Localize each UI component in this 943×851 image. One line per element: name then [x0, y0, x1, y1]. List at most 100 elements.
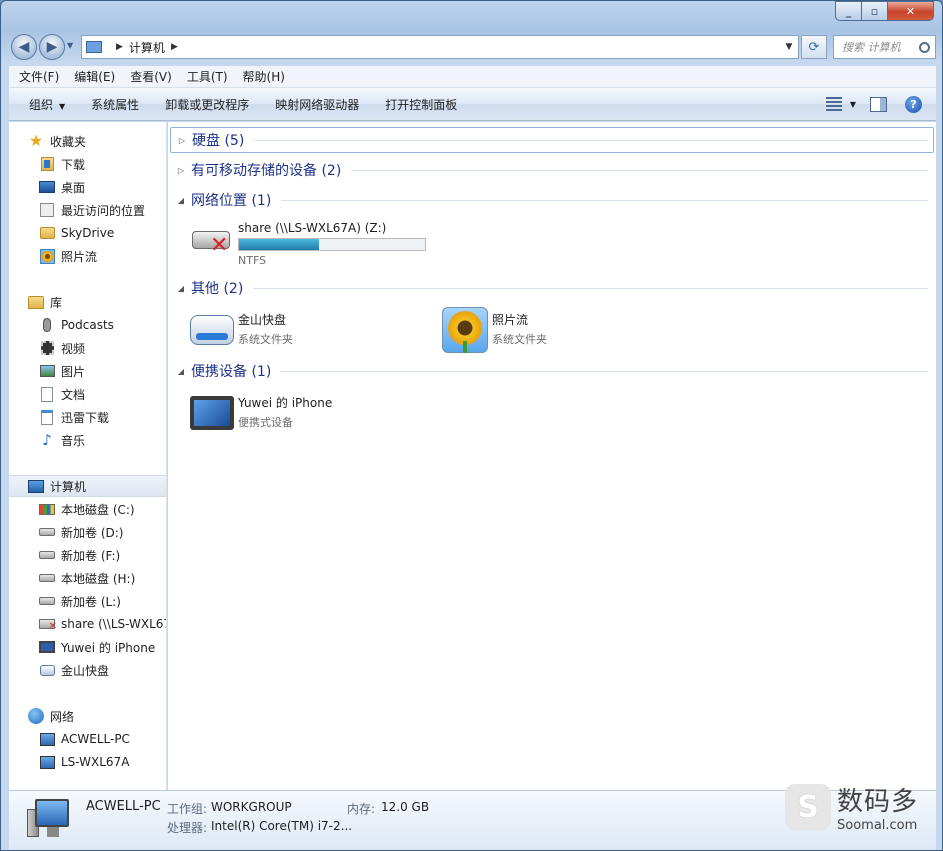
- map-network-drive-button[interactable]: 映射网络驱动器: [271, 96, 363, 113]
- group-network-locations[interactable]: ◢ 网络位置 (1): [170, 187, 934, 213]
- item-name: share (\\LS-WXL67A) (Z:): [238, 221, 387, 235]
- nav-item-videos[interactable]: 视频: [9, 337, 166, 359]
- collapse-arrow-icon[interactable]: ◢: [174, 284, 188, 293]
- expand-arrow-icon[interactable]: ▷: [175, 136, 189, 145]
- uninstall-program-button[interactable]: 卸载或更改程序: [161, 96, 253, 113]
- disconnected-network-drive-icon: [39, 616, 57, 632]
- group-hard-disks[interactable]: ▷ 硬盘 (5): [170, 127, 934, 153]
- disconnected-network-drive-icon: ✕: [186, 215, 236, 263]
- nav-item-photostream[interactable]: 照片流: [9, 245, 166, 267]
- group-other[interactable]: ◢ 其他 (2): [170, 275, 934, 301]
- nav-item-drive-c[interactable]: 本地磁盘 (C:): [9, 498, 166, 520]
- nav-item-jinshan[interactable]: 金山快盘: [9, 659, 166, 681]
- nav-item-recent[interactable]: 最近访问的位置: [9, 199, 166, 221]
- search-input[interactable]: 搜索 计算机: [833, 35, 936, 59]
- microphone-icon: [39, 317, 55, 333]
- menu-help[interactable]: 帮助(H): [238, 68, 290, 85]
- nav-item-share[interactable]: share (\\LS-WXL67: [9, 613, 166, 635]
- close-button[interactable]: ✕: [888, 1, 934, 21]
- nav-libraries[interactable]: 库: [9, 291, 166, 313]
- nav-label: LS-WXL67A: [61, 755, 130, 769]
- drive-usage-bar: [238, 238, 426, 251]
- nav-item-skydrive[interactable]: SkyDrive: [9, 222, 166, 244]
- nav-item-ls-wxl67a[interactable]: LS-WXL67A: [9, 751, 166, 773]
- memory-label: 内存:: [347, 802, 376, 816]
- breadcrumb-separator-icon[interactable]: ▶: [116, 42, 123, 52]
- nav-item-drive-h[interactable]: 本地磁盘 (H:): [9, 567, 166, 589]
- nav-item-desktop[interactable]: 桌面: [9, 176, 166, 198]
- help-icon[interactable]: ?: [905, 95, 922, 113]
- explorer-window: _ ▫ ✕ ◀ ▶ ▼ ▶ 计算机 ▶ ▼ ⟳ 搜索 计算机 文件(F) 编辑(…: [0, 0, 943, 851]
- preview-pane-icon[interactable]: [870, 96, 887, 112]
- item-name: 照片流: [492, 313, 529, 327]
- document-icon: [39, 386, 55, 402]
- nav-label: 计算机: [50, 479, 87, 494]
- nav-item-iphone[interactable]: Yuwei 的 iPhone: [9, 636, 166, 658]
- breadcrumb-computer[interactable]: 计算机: [129, 39, 165, 56]
- group-removable-storage[interactable]: ▷ 有可移动存储的设备 (2): [170, 157, 934, 183]
- nav-network[interactable]: 网络: [9, 705, 166, 727]
- minimize-button[interactable]: _: [835, 1, 862, 21]
- expand-arrow-icon[interactable]: ▷: [174, 166, 188, 175]
- portable-device-icon: [39, 639, 55, 655]
- network-computer-icon: [39, 754, 55, 770]
- item-jinshan[interactable]: 金山快盘 系统文件夹: [186, 305, 293, 353]
- nav-item-drive-d[interactable]: 新加卷 (D:): [9, 521, 166, 543]
- download-folder-icon: [39, 156, 55, 172]
- nav-item-podcasts[interactable]: Podcasts: [9, 314, 166, 336]
- caption-buttons: _ ▫ ✕: [835, 1, 934, 21]
- item-network-share[interactable]: ✕ share (\\LS-WXL67A) (Z:) NTFS: [186, 215, 426, 267]
- windows-drive-icon: [39, 501, 55, 517]
- address-dropdown-icon[interactable]: ▼: [780, 42, 798, 52]
- menu-view[interactable]: 查看(V): [125, 68, 177, 85]
- forward-button[interactable]: ▶: [39, 34, 65, 60]
- sunflower-icon: [440, 305, 490, 353]
- search-icon: [919, 41, 930, 53]
- nav-item-downloads[interactable]: 下载: [9, 153, 166, 175]
- nav-item-music[interactable]: ♪ 音乐: [9, 429, 166, 451]
- menu-edit[interactable]: 编辑(E): [69, 68, 120, 85]
- nav-item-acwell-pc[interactable]: ACWELL-PC: [9, 728, 166, 750]
- view-controls: ▼ ?: [825, 95, 922, 113]
- menu-file[interactable]: 文件(F): [14, 68, 64, 85]
- item-iphone[interactable]: Yuwei 的 iPhone 便携式设备: [186, 388, 332, 436]
- group-divider: [254, 139, 927, 141]
- nav-item-pictures[interactable]: 图片: [9, 360, 166, 382]
- nav-item-drive-l[interactable]: 新加卷 (L:): [9, 590, 166, 612]
- collapse-arrow-icon[interactable]: ◢: [174, 196, 188, 205]
- back-button[interactable]: ◀: [11, 34, 37, 60]
- collapse-arrow-icon[interactable]: ◢: [174, 367, 188, 376]
- nav-favorites[interactable]: ★ 收藏夹: [9, 130, 166, 152]
- change-view-icon[interactable]: [825, 97, 842, 111]
- refresh-button[interactable]: ⟳: [801, 35, 827, 59]
- nav-label: 本地磁盘 (C:): [61, 502, 135, 517]
- cloud-drive-icon: [186, 305, 236, 353]
- breadcrumb-separator-icon[interactable]: ▶: [171, 42, 178, 52]
- soomal-watermark: S 数码多 Soomal.com: [785, 781, 918, 833]
- view-options-dropdown-icon[interactable]: ▼: [850, 100, 856, 109]
- nav-computer[interactable]: 计算机: [9, 475, 166, 497]
- maximize-button[interactable]: ▫: [862, 1, 888, 21]
- computer-icon: [27, 799, 71, 837]
- item-photostream[interactable]: 照片流 系统文件夹: [440, 305, 547, 353]
- memory-value: 12.0 GB: [381, 800, 430, 814]
- nav-item-documents[interactable]: 文档: [9, 383, 166, 405]
- network-computer-icon: [39, 731, 55, 747]
- group-title: 便携设备 (1): [191, 364, 272, 380]
- organize-button[interactable]: 组织 ▼: [25, 96, 69, 113]
- menu-tools[interactable]: 工具(T): [182, 68, 233, 85]
- film-icon: [39, 340, 55, 356]
- nav-label: Podcasts: [61, 318, 114, 332]
- system-properties-button[interactable]: 系统属性: [87, 96, 143, 113]
- group-portable-devices[interactable]: ◢ 便携设备 (1): [170, 358, 934, 384]
- library-icon: [28, 294, 44, 310]
- open-control-panel-button[interactable]: 打开控制面板: [381, 96, 461, 113]
- nav-label: SkyDrive: [61, 226, 115, 240]
- nav-label: 新加卷 (F:): [61, 548, 121, 563]
- nav-item-drive-f[interactable]: 新加卷 (F:): [9, 544, 166, 566]
- nav-item-thunder-downloads[interactable]: 迅雷下载: [9, 406, 166, 428]
- workgroup-label: 工作组:: [167, 802, 208, 816]
- address-bar[interactable]: ▶ 计算机 ▶ ▼: [81, 35, 799, 59]
- recent-pages-dropdown[interactable]: ▼: [67, 41, 73, 50]
- portable-device-icon: [186, 388, 236, 436]
